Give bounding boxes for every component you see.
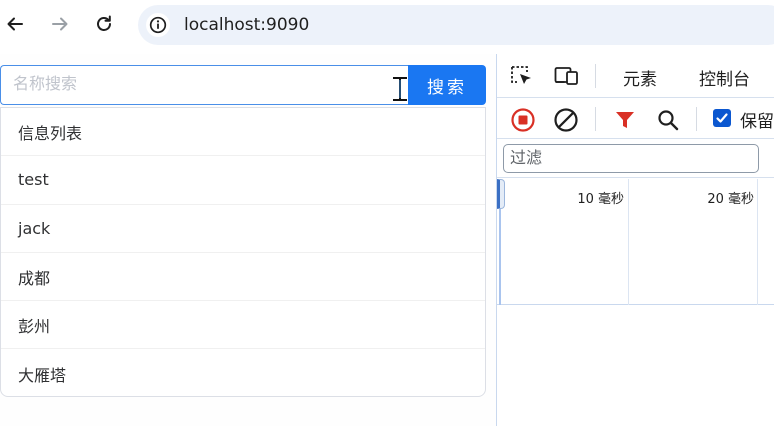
timeline-gridline: [628, 179, 629, 305]
preserve-log-checkbox[interactable]: [713, 109, 731, 127]
tab-elements[interactable]: 元素: [623, 65, 657, 90]
site-info-icon[interactable]: [146, 13, 170, 37]
devtools-panel: 元素 控制台 保留 过滤 10 毫秒 20 毫秒: [496, 54, 774, 426]
result-item[interactable]: jack: [1, 205, 485, 253]
page-content: 搜索 信息列表 test jack 成都 彭州 大雁塔: [0, 54, 497, 426]
address-bar[interactable]: localhost:9090: [138, 5, 774, 45]
filter-bar: [497, 140, 774, 178]
result-item[interactable]: 成都: [1, 253, 485, 302]
record-button[interactable]: [510, 107, 536, 133]
search-button[interactable]: 搜索: [408, 65, 486, 105]
result-item[interactable]: 彭州: [1, 301, 485, 350]
result-item[interactable]: 信息列表: [1, 108, 485, 157]
clear-icon: [554, 108, 578, 132]
device-toolbar-button[interactable]: [553, 64, 581, 88]
checkmark-icon: [716, 113, 728, 123]
inspect-element-button[interactable]: [509, 64, 535, 88]
network-timeline-overview[interactable]: 10 毫秒 20 毫秒: [497, 179, 774, 305]
text-cursor-icon: [391, 76, 409, 102]
info-icon: [149, 16, 167, 34]
devtools-main-toolbar: 元素 控制台: [497, 54, 774, 98]
timeline-range-handle[interactable]: [497, 179, 505, 209]
timeline-gridline: [757, 179, 758, 305]
url-text: localhost:9090: [184, 15, 310, 35]
result-item[interactable]: test: [1, 156, 485, 205]
magnifier-icon: [658, 110, 679, 131]
device-mode-icon: [554, 67, 578, 85]
tab-console[interactable]: 控制台: [699, 65, 750, 90]
toolbar-divider: [595, 64, 596, 88]
toolbar-divider: [595, 107, 596, 131]
preserve-log-label[interactable]: 保留: [740, 107, 774, 132]
network-toolbar: 保留: [497, 99, 774, 139]
search-result-list: 信息列表 test jack 成都 彭州 大雁塔: [0, 107, 486, 397]
browser-toolbar: localhost:9090: [0, 0, 774, 52]
select-element-icon: [511, 66, 531, 84]
filter-input[interactable]: [503, 144, 759, 173]
arrow-left-icon: [7, 17, 23, 31]
result-item[interactable]: 大雁塔: [1, 349, 485, 396]
search-input[interactable]: [0, 65, 410, 105]
timeline-tick-label: 10 毫秒: [577, 192, 624, 207]
search-network-button[interactable]: [656, 108, 680, 132]
filter-icon: [616, 112, 634, 128]
reload-button[interactable]: [86, 6, 122, 42]
toolbar-divider: [696, 107, 697, 131]
arrow-right-icon: [52, 17, 68, 31]
filter-button[interactable]: [613, 108, 637, 132]
clear-button[interactable]: [553, 107, 579, 133]
forward-button[interactable]: [42, 6, 78, 42]
reload-icon: [97, 15, 111, 31]
back-button[interactable]: [0, 6, 33, 42]
record-stop-icon: [511, 108, 535, 132]
timeline-tick-label: 20 毫秒: [707, 192, 754, 207]
